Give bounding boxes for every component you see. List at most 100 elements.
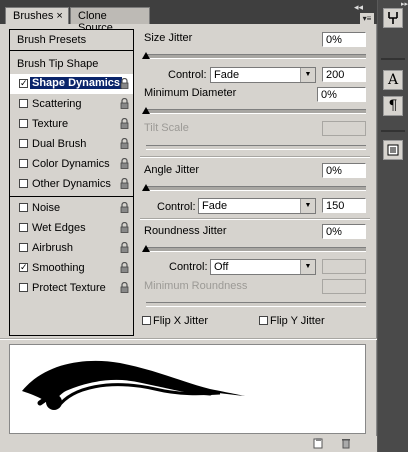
angle-fade-steps-input[interactable]: 150 xyxy=(322,198,366,213)
type-icon[interactable]: A xyxy=(383,70,403,90)
list-item-smoothing[interactable]: ✓ Smoothing xyxy=(10,258,133,278)
shape-dynamics-label: Shape Dynamics xyxy=(30,77,123,89)
minimum-diameter-slider[interactable] xyxy=(146,109,366,114)
angle-control-select[interactable]: Fade ▼ xyxy=(198,198,316,214)
chevron-down-icon[interactable]: ▼ xyxy=(300,260,315,274)
list-item-airbrush[interactable]: Airbrush xyxy=(10,238,133,258)
smoothing-checkbox[interactable]: ✓ xyxy=(19,263,28,272)
roundness-jitter-slider[interactable] xyxy=(146,247,366,252)
size-jitter-label: Size Jitter xyxy=(144,32,193,44)
list-item-color-dynamics[interactable]: Color Dynamics xyxy=(10,154,133,174)
divider xyxy=(0,338,377,340)
lock-icon[interactable] xyxy=(120,158,129,169)
list-item-other-dynamics[interactable]: Other Dynamics xyxy=(10,174,133,194)
airbrush-label: Airbrush xyxy=(32,242,73,254)
chevron-down-icon[interactable]: ▼ xyxy=(300,68,315,82)
lock-icon[interactable] xyxy=(120,78,129,89)
lock-icon[interactable] xyxy=(120,98,129,109)
tab-clone-source[interactable]: Clone Source xyxy=(70,7,150,34)
lock-icon[interactable] xyxy=(120,242,129,253)
wet-edges-label: Wet Edges xyxy=(32,222,86,234)
list-item-brush-presets[interactable]: Brush Presets xyxy=(10,30,133,50)
color-dynamics-checkbox[interactable] xyxy=(19,159,28,168)
list-item-texture[interactable]: Texture xyxy=(10,114,133,134)
collapse-panel-icon[interactable]: ◂◂ xyxy=(354,2,363,13)
list-item-noise[interactable]: Noise xyxy=(10,198,133,218)
list-item-shape-dynamics[interactable]: ✓ Shape Dynamics xyxy=(10,74,133,94)
roundness-control-label: Control: xyxy=(169,261,208,273)
list-item-brush-tip-shape[interactable]: Brush Tip Shape xyxy=(10,54,133,74)
lock-icon[interactable] xyxy=(120,138,129,149)
minimum-diameter-slider-thumb[interactable] xyxy=(142,107,150,114)
brushes-icon[interactable] xyxy=(383,8,403,28)
size-control-select[interactable]: Fade ▼ xyxy=(210,67,316,83)
close-tab-icon[interactable]: × xyxy=(56,10,62,22)
protect-texture-label: Protect Texture xyxy=(32,282,106,294)
divider xyxy=(381,58,405,60)
angle-control-label: Control: xyxy=(157,201,196,213)
angle-jitter-slider[interactable] xyxy=(146,186,366,191)
divider xyxy=(10,50,133,51)
size-fade-steps-input[interactable]: 200 xyxy=(322,67,366,82)
paragraph-icon[interactable]: ¶ xyxy=(383,96,403,116)
list-item-dual-brush[interactable]: Dual Brush xyxy=(10,134,133,154)
stroke-preview xyxy=(9,344,366,434)
protect-texture-checkbox[interactable] xyxy=(19,283,28,292)
roundness-fade-steps-input xyxy=(322,259,366,274)
tilt-scale-input xyxy=(322,121,366,136)
lock-icon[interactable] xyxy=(120,118,129,129)
lock-icon[interactable] xyxy=(120,202,129,213)
notes-icon[interactable] xyxy=(383,140,403,160)
tab-brushes[interactable]: Brushes × xyxy=(5,7,69,24)
angle-jitter-label: Angle Jitter xyxy=(144,164,200,176)
divider xyxy=(140,156,370,158)
flip-x-jitter-label: Flip X Jitter xyxy=(153,315,209,327)
list-item-scattering[interactable]: Scattering xyxy=(10,94,133,114)
size-jitter-input[interactable]: 0% xyxy=(322,32,366,47)
scattering-checkbox[interactable] xyxy=(19,99,28,108)
brush-presets-label: Brush Presets xyxy=(17,34,87,46)
chevron-down-icon[interactable]: ▼ xyxy=(300,199,315,213)
flip-y-jitter-label: Flip Y Jitter xyxy=(270,315,325,327)
lock-icon[interactable] xyxy=(120,222,129,233)
minimum-roundness-slider xyxy=(146,302,366,307)
minimum-roundness-input xyxy=(322,279,366,294)
brush-tip-shape-label: Brush Tip Shape xyxy=(17,58,99,70)
lock-icon[interactable] xyxy=(120,178,129,189)
airbrush-checkbox[interactable] xyxy=(19,243,28,252)
brush-options-list: Brush Presets Brush Tip Shape ✓ Shape Dy… xyxy=(9,29,134,336)
tab-bar: Brushes × Clone Source ◂◂ ▾≡ xyxy=(0,0,377,34)
smoothing-label: Smoothing xyxy=(32,262,85,274)
list-item-protect-texture[interactable]: Protect Texture xyxy=(10,278,133,298)
flip-y-jitter-checkbox[interactable] xyxy=(259,316,268,325)
roundness-jitter-input[interactable]: 0% xyxy=(322,224,366,239)
panel-menu-icon[interactable]: ▾≡ xyxy=(360,13,374,24)
lock-icon[interactable] xyxy=(120,262,129,273)
size-jitter-slider[interactable] xyxy=(146,54,366,59)
brushes-panel: Brushes × Clone Source ◂◂ ▾≡ Brush Preset… xyxy=(0,0,377,452)
tab-brushes-label: Brushes xyxy=(13,10,54,22)
expand-dock-icon[interactable]: ▸▸ xyxy=(378,0,408,8)
dual-brush-checkbox[interactable] xyxy=(19,139,28,148)
noise-checkbox[interactable] xyxy=(19,203,28,212)
shape-dynamics-checkbox[interactable]: ✓ xyxy=(19,79,28,88)
minimum-diameter-label: Minimum Diameter xyxy=(144,87,237,99)
minimum-diameter-input[interactable]: 0% xyxy=(317,87,366,102)
trash-icon[interactable] xyxy=(340,437,352,449)
size-jitter-slider-thumb[interactable] xyxy=(142,52,150,59)
roundness-control-select[interactable]: Off ▼ xyxy=(210,259,316,275)
roundness-jitter-slider-thumb[interactable] xyxy=(142,245,150,252)
tilt-scale-slider xyxy=(146,145,366,150)
divider xyxy=(381,130,405,132)
list-item-wet-edges[interactable]: Wet Edges xyxy=(10,218,133,238)
angle-jitter-slider-thumb[interactable] xyxy=(142,184,150,191)
flip-x-jitter-checkbox[interactable] xyxy=(142,316,151,325)
texture-checkbox[interactable] xyxy=(19,119,28,128)
size-control-label: Control: xyxy=(168,69,207,81)
angle-jitter-input[interactable]: 0% xyxy=(322,163,366,178)
wet-edges-checkbox[interactable] xyxy=(19,223,28,232)
new-preset-icon[interactable] xyxy=(312,437,324,449)
lock-icon[interactable] xyxy=(120,282,129,293)
other-dynamics-checkbox[interactable] xyxy=(19,179,28,188)
tilt-scale-label: Tilt Scale xyxy=(144,122,189,134)
